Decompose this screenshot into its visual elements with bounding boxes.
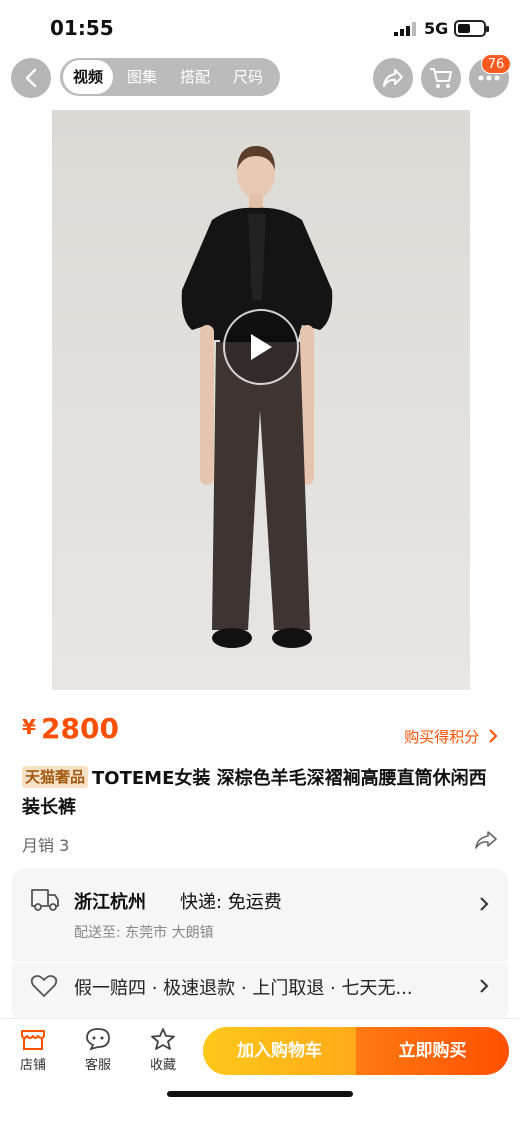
monthly-sales: 月销 3 xyxy=(22,836,70,855)
signal-icon xyxy=(394,22,416,36)
tab-outfit[interactable]: 搭配 xyxy=(180,58,210,96)
store-button[interactable]: 店铺 xyxy=(8,1027,58,1073)
customer-service-button[interactable]: 客服 xyxy=(73,1027,123,1073)
favorite-label: 收藏 xyxy=(149,1058,176,1073)
tmall-luxury-tag: 天猫奢品 xyxy=(22,766,89,788)
back-icon xyxy=(25,68,37,88)
price: ¥ 2800 xyxy=(22,712,119,745)
status-bar: 01:55 5G xyxy=(0,0,520,60)
service-icon xyxy=(86,1028,110,1051)
cart-icon xyxy=(430,68,452,88)
store-label: 店铺 xyxy=(19,1058,46,1073)
share-icon xyxy=(383,69,403,87)
cart-button[interactable] xyxy=(421,58,461,98)
shipping-fee: 快递: 免运费 xyxy=(180,892,282,913)
media-tabs: 视频 图集 搭配 尺码 xyxy=(60,58,280,96)
divider xyxy=(12,962,508,963)
product-photo xyxy=(52,110,470,700)
play-button[interactable] xyxy=(223,309,299,385)
network-label: 5G xyxy=(424,19,449,38)
tab-images[interactable]: 图集 xyxy=(127,58,157,96)
tab-video[interactable]: 视频 xyxy=(63,60,114,94)
store-icon xyxy=(21,1030,45,1050)
cart-badge: 76 xyxy=(481,54,511,74)
chevron-right-icon xyxy=(480,979,489,993)
bottom-action-bar: 店铺 客服 收藏 加入购物车 立即购买 xyxy=(0,1018,520,1125)
more-icon xyxy=(478,75,500,81)
price-amount: 2800 xyxy=(41,712,119,745)
service-label: 客服 xyxy=(84,1058,111,1073)
home-indicator xyxy=(167,1091,353,1097)
battery-icon xyxy=(454,20,489,37)
product-title-block: 天猫奢品 TOTEME女装 深棕色羊毛深褶裥高腰直筒休闲西装长裤 xyxy=(22,764,492,822)
back-button[interactable] xyxy=(11,58,51,98)
favorite-button[interactable]: 收藏 xyxy=(138,1027,188,1073)
model-figure-image xyxy=(181,146,333,648)
points-link-label: 购买得积分 xyxy=(404,728,480,746)
product-title: TOTEME女装 深棕色羊毛深褶裥高腰直筒休闲西装长裤 xyxy=(22,768,487,818)
star-icon xyxy=(151,1028,175,1050)
tab-size[interactable]: 尺码 xyxy=(233,58,263,96)
status-time: 01:55 xyxy=(50,16,114,40)
heart-shield-icon xyxy=(30,975,58,997)
truck-icon xyxy=(31,889,59,911)
ship-origin: 浙江杭州 xyxy=(74,892,146,913)
purchase-buttons: 加入购物车 立即购买 xyxy=(203,1027,509,1075)
chevron-right-icon xyxy=(480,897,489,911)
delivery-address: 配送至: 东莞市 大朗镇 xyxy=(74,925,214,941)
delivery-panel[interactable]: 浙江杭州 快递: 免运费 配送至: 东莞市 大朗镇 假一赔四 · 极速退款 · … xyxy=(12,868,508,1024)
share-icon[interactable] xyxy=(474,830,498,850)
price-currency: ¥ xyxy=(22,715,36,739)
buy-now-button[interactable]: 立即购买 xyxy=(356,1027,509,1075)
add-to-cart-button[interactable]: 加入购物车 xyxy=(203,1027,356,1075)
play-icon xyxy=(251,334,272,360)
chevron-right-icon xyxy=(489,729,498,743)
points-link[interactable]: 购买得积分 xyxy=(404,726,498,747)
product-info-card: ¥ 2800 购买得积分 天猫奢品 TOTEME女装 深棕色羊毛深褶裥高腰直筒休闲… xyxy=(0,690,520,1030)
share-button[interactable] xyxy=(373,58,413,98)
service-guarantees: 假一赔四 · 极速退款 · 上门取退 · 七天无... xyxy=(74,978,413,999)
